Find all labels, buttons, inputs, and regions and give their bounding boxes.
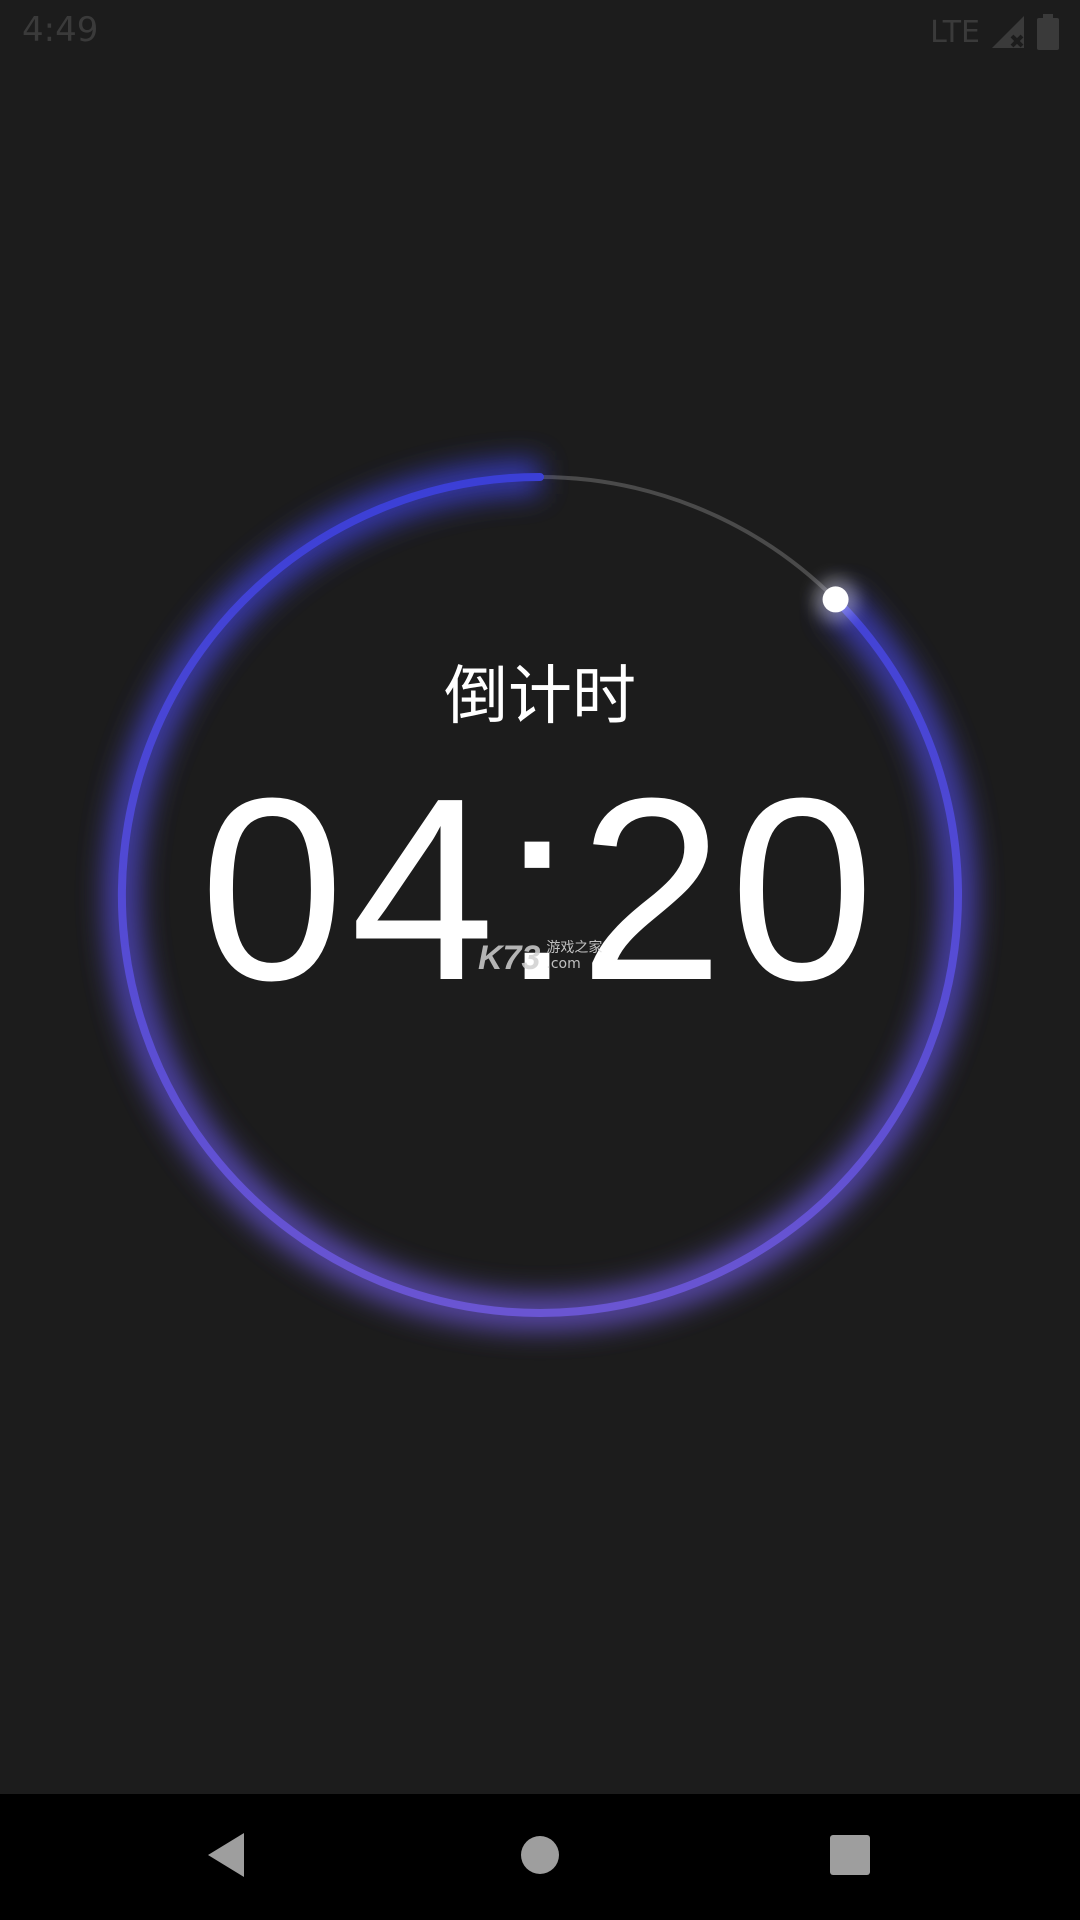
timer-label: 倒计时 [444,660,636,734]
navigation-bar [0,1794,1080,1920]
back-triangle-icon [204,1831,248,1883]
recent-apps-button[interactable] [770,1794,930,1920]
watermark-line2: .com [546,956,581,972]
watermark-brand: K73 [478,939,541,977]
watermark-logo: K73 游戏之家 .com [478,940,602,976]
recent-square-icon [830,1835,870,1879]
back-button[interactable] [146,1794,306,1920]
home-circle-icon [520,1835,560,1879]
timer-knob[interactable] [822,586,849,613]
home-button[interactable] [460,1794,620,1920]
timer-value: 04:20 [199,745,881,1035]
watermark-line1: 游戏之家 [546,940,603,956]
watermark-sub: 游戏之家 .com [546,940,602,972]
timer-area: 倒计时 04:20 K73 游戏之家 .com [0,0,1080,1794]
